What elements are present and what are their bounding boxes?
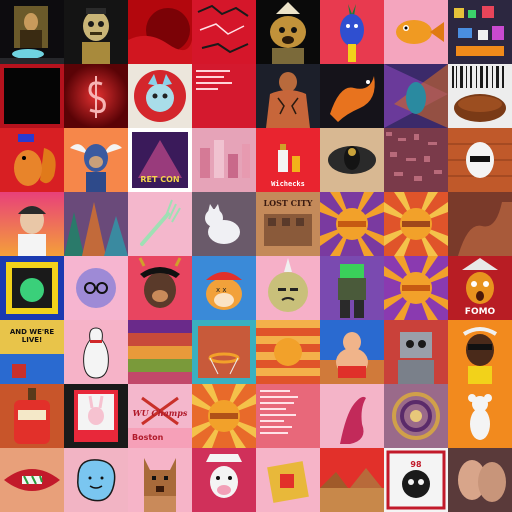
tile-red-text-list[interactable] [192, 64, 256, 128]
tile-cat-circle[interactable] [128, 64, 192, 128]
tile-red-abstract[interactable] [128, 0, 192, 64]
tile-dog-with-hat[interactable] [256, 0, 320, 64]
tile-retcon-poster[interactable]: RET CON [128, 128, 192, 192]
nft-thumbnail-grid: RET CON Wichecks LOST CITY x x FOMO AND … [0, 0, 512, 512]
tile-red-graffiti[interactable] [192, 0, 256, 64]
tile-kiss-photo[interactable] [448, 448, 512, 512]
tile-psychedelic-figure[interactable] [384, 64, 448, 128]
tile-white-cat[interactable] [192, 192, 256, 256]
tile-purple-ghost[interactable] [64, 256, 128, 320]
tile-fractal[interactable] [384, 384, 448, 448]
tile-brick-egg[interactable] [448, 128, 512, 192]
boston-label: Boston [132, 433, 164, 442]
tile-fork[interactable] [128, 192, 192, 256]
tile-mouse-creature[interactable] [448, 384, 512, 448]
tile-strongman[interactable] [320, 320, 384, 384]
tile-orange-dragon[interactable] [320, 64, 384, 128]
tile-red-dollar[interactable] [64, 64, 128, 128]
tile-cool-ape[interactable] [448, 320, 512, 384]
tile-pink-text-list[interactable] [256, 384, 320, 448]
tile-basketball-hoop[interactable] [192, 320, 256, 384]
tile-lips-candy[interactable] [0, 448, 64, 512]
tile-cow-fedora[interactable] [192, 448, 256, 512]
tile-samurai-ape[interactable] [128, 256, 192, 320]
were-live-banner: AND WE'RE LIVE! [9, 328, 55, 344]
tile-tattooed-man[interactable] [256, 64, 320, 128]
tile-pixel-arcade[interactable] [448, 0, 512, 64]
tile-yellow-frame-creature[interactable] [0, 256, 64, 320]
tile-black-square[interactable] [0, 64, 64, 128]
tile-pink-blocks[interactable] [192, 128, 256, 192]
tile-wichecks[interactable]: Wichecks [256, 128, 320, 192]
tile-winged-ape[interactable] [64, 128, 128, 192]
tile-bunny-card[interactable] [64, 384, 128, 448]
tile-shiba-beanie[interactable]: x x [192, 256, 256, 320]
tile-blue-blob[interactable] [64, 448, 128, 512]
tile-were-live[interactable]: AND WE'RE LIVE! [0, 320, 64, 384]
tile-brown-smoke[interactable] [448, 192, 512, 256]
tile-skull-character[interactable] [64, 0, 128, 64]
tile-bowling-pin[interactable] [64, 320, 128, 384]
retcon-title: RET CON [140, 175, 180, 184]
tile-bracket-98[interactable]: 98 [384, 448, 448, 512]
tile-wu-champs[interactable]: WU Champs Boston [128, 384, 192, 448]
wu-champs-title: WU Champs [132, 408, 188, 418]
svg-text:x x: x x [216, 286, 227, 294]
tile-barcode-bread[interactable] [448, 64, 512, 128]
tile-desert-landscape[interactable] [320, 448, 384, 512]
tile-sun-stripes-4[interactable] [256, 320, 320, 384]
tile-red-noise[interactable] [384, 128, 448, 192]
tile-gray-robot[interactable] [384, 320, 448, 384]
tile-potion-bottle[interactable] [0, 384, 64, 448]
tile-psychedelic-forest[interactable] [64, 192, 128, 256]
tile-gold-card[interactable] [256, 448, 320, 512]
tile-fomo[interactable]: FOMO [448, 256, 512, 320]
lost-city-title: LOST CITY [263, 198, 313, 208]
fomo-label: FOMO [464, 307, 496, 317]
wichecks-label: Wichecks [271, 180, 305, 188]
tile-lost-city[interactable]: LOST CITY [256, 192, 320, 256]
tile-dancer[interactable] [320, 384, 384, 448]
tile-green-robot[interactable] [320, 256, 384, 320]
bracket-year: 98 [410, 460, 422, 469]
tile-sun-stripes-3[interactable] [384, 256, 448, 320]
tile-sun-stripes-5[interactable] [192, 384, 256, 448]
tile-sun-stripes-2[interactable] [384, 192, 448, 256]
tile-dark-winged-figure[interactable] [320, 128, 384, 192]
tile-pixel-wolf[interactable] [128, 448, 192, 512]
tile-goldfish[interactable] [384, 0, 448, 64]
tile-sun-stripes-1[interactable] [320, 192, 384, 256]
tile-retro-stripes[interactable] [128, 320, 192, 384]
tile-sunset-portrait[interactable] [0, 192, 64, 256]
tile-mohawk-character[interactable] [320, 0, 384, 64]
tile-squirrel[interactable] [0, 128, 64, 192]
tile-mona-lisa-frame[interactable] [0, 0, 64, 64]
tile-unicorn-face[interactable] [256, 256, 320, 320]
